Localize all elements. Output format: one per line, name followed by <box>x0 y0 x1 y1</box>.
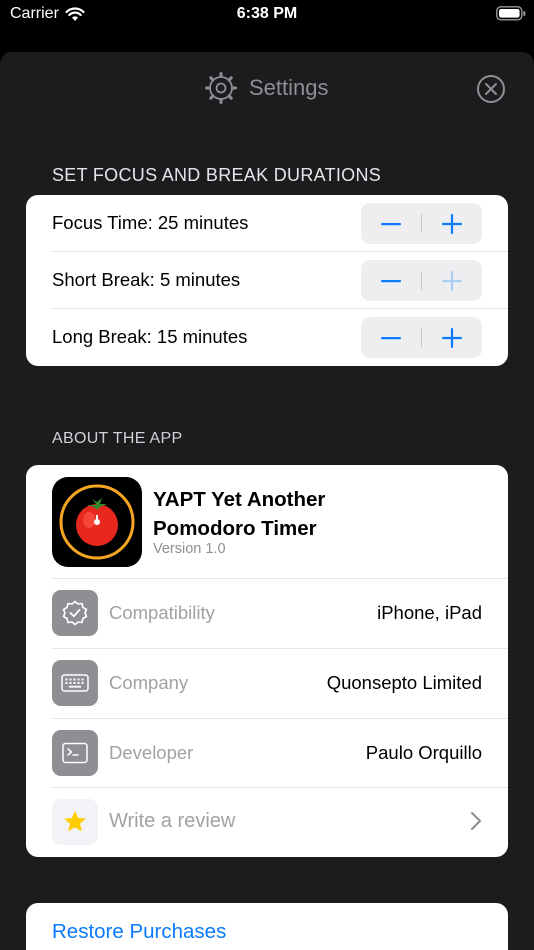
close-icon <box>477 75 505 103</box>
app-name: YAPT Yet Another Pomodoro Timer <box>153 488 326 540</box>
write-review-label: Write a review <box>109 810 236 832</box>
plus-icon <box>442 270 462 291</box>
developer-label: Developer <box>109 742 194 763</box>
durations-section-title: SET FOCUS AND BREAK DURATIONS <box>52 165 382 185</box>
short-break-increment-button[interactable] <box>422 260 482 301</box>
compatibility-row: Compatibility iPhone, iPad <box>26 578 508 648</box>
app-version: Version 1.0 <box>153 541 226 557</box>
focus-time-stepper <box>361 203 482 244</box>
terminal-icon <box>52 730 98 776</box>
close-button[interactable] <box>476 74 506 104</box>
status-time: 6:38 PM <box>236 5 298 22</box>
checkmark-seal-icon <box>52 590 98 636</box>
short-break-decrement-button[interactable] <box>361 260 421 301</box>
tomato-timer-icon <box>59 484 135 560</box>
keyboard-icon <box>52 660 98 706</box>
minus-icon <box>381 336 401 339</box>
short-break-label: Short Break: 5 minutes <box>52 269 241 290</box>
long-break-row: Long Break: 15 minutes <box>26 309 508 366</box>
settings-title: Settings <box>249 75 329 100</box>
app-icon <box>52 477 142 567</box>
page-title: Settings <box>205 72 329 104</box>
focus-time-row: Focus Time: 25 minutes <box>26 195 508 252</box>
company-label: Company <box>109 672 189 693</box>
focus-increment-button[interactable] <box>422 203 482 244</box>
star-icon <box>52 799 98 845</box>
status-bar: Carrier 6:38 PM <box>0 0 534 30</box>
plus-icon <box>442 213 462 234</box>
focus-decrement-button[interactable] <box>361 203 421 244</box>
focus-time-label: Focus Time: 25 minutes <box>52 212 249 233</box>
battery-icon <box>496 6 526 26</box>
durations-card: Focus Time: 25 minutes Short Break: 5 mi… <box>26 195 508 366</box>
compatibility-label: Compatibility <box>109 602 215 623</box>
developer-value: Paulo Orquillo <box>365 742 482 763</box>
minus-icon <box>381 279 401 282</box>
restore-purchases-button[interactable]: Restore Purchases <box>26 903 508 950</box>
long-break-increment-button[interactable] <box>422 317 482 358</box>
compatibility-value: iPhone, iPad <box>377 602 482 623</box>
app-info-row: YAPT Yet Another Pomodoro Timer Version … <box>26 465 508 578</box>
about-card: YAPT Yet Another Pomodoro Timer Version … <box>26 465 508 857</box>
company-value: Quonsepto Limited <box>326 672 482 693</box>
write-review-row[interactable]: Write a review <box>26 787 508 857</box>
developer-row: Developer Paulo Orquillo <box>26 718 508 788</box>
gear-icon <box>205 72 237 104</box>
short-break-row: Short Break: 5 minutes <box>26 252 508 309</box>
long-break-decrement-button[interactable] <box>361 317 421 358</box>
about-section-title: ABOUT THE APP <box>52 430 183 447</box>
short-break-stepper <box>361 260 482 301</box>
minus-icon <box>381 222 401 225</box>
company-row: Company Quonsepto Limited <box>26 648 508 718</box>
sheet-header: Settings <box>0 52 534 124</box>
long-break-label: Long Break: 15 minutes <box>52 326 248 347</box>
long-break-stepper <box>361 317 482 358</box>
restore-purchases-label: Restore Purchases <box>52 920 227 943</box>
chevron-right-icon <box>470 811 482 836</box>
settings-sheet: Settings SET FOCUS AND BREAK DURATIONS F… <box>0 52 534 950</box>
plus-icon <box>442 327 462 348</box>
